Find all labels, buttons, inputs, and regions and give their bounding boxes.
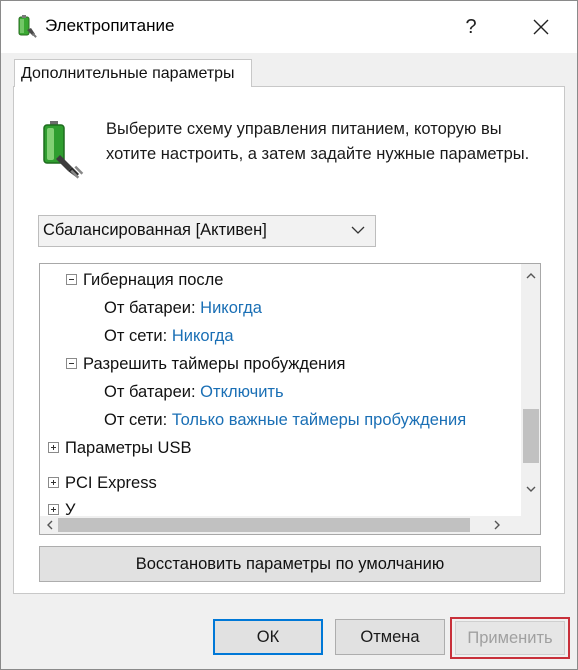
wake-battery-value[interactable]: Отключить bbox=[200, 383, 283, 401]
tree-item-label: Разрешить таймеры пробуждения bbox=[83, 355, 346, 373]
scroll-left-button[interactable] bbox=[40, 516, 58, 534]
horizontal-scroll-thumb[interactable] bbox=[58, 518, 470, 532]
power-plan-selected: Сбалансированная [Активен] bbox=[43, 221, 267, 239]
tree-item-label: Гибернация после bbox=[83, 271, 224, 289]
chevron-up-icon bbox=[526, 272, 536, 278]
chevron-down-icon bbox=[526, 486, 536, 492]
help-button[interactable]: ? bbox=[449, 7, 493, 47]
chevron-down-icon bbox=[351, 226, 365, 234]
hibernate-ac-value[interactable]: Никогда bbox=[172, 327, 234, 345]
close-icon bbox=[533, 19, 549, 35]
power-options-dialog: Электропитание ? Дополнительные параметр… bbox=[0, 0, 578, 670]
scroll-down-button[interactable] bbox=[522, 480, 540, 498]
expand-icon[interactable] bbox=[48, 477, 59, 489]
setting-label: От сети: bbox=[104, 411, 168, 429]
hibernate-battery-value[interactable]: Никогда bbox=[200, 299, 262, 317]
collapse-icon[interactable] bbox=[66, 274, 77, 286]
intro-description: Выберите схему управления питанием, кото… bbox=[106, 120, 530, 163]
chevron-left-icon bbox=[46, 520, 52, 530]
tree-item-hibernate-battery: От батареи: Никогда bbox=[104, 294, 262, 322]
title-bar: Электропитание ? bbox=[1, 1, 577, 53]
scroll-right-button[interactable] bbox=[488, 516, 506, 534]
tree-item-wake-timers[interactable]: Разрешить таймеры пробуждения bbox=[66, 350, 345, 378]
tree-item-hibernate[interactable]: Гибернация после bbox=[66, 266, 223, 294]
tree-item-wake-ac: От сети: Только важные таймеры пробужден… bbox=[104, 406, 466, 434]
scroll-up-button[interactable] bbox=[522, 266, 540, 284]
cancel-button[interactable]: Отмена bbox=[335, 619, 445, 655]
restore-defaults-button[interactable]: Восстановить параметры по умолчанию bbox=[39, 546, 541, 582]
expand-icon[interactable] bbox=[48, 504, 59, 516]
apply-button[interactable]: Применить bbox=[455, 621, 565, 655]
tree-item-hibernate-ac: От сети: Никогда bbox=[104, 322, 234, 350]
close-button[interactable] bbox=[519, 7, 563, 47]
power-plan-select[interactable]: Сбалансированная [Активен] bbox=[38, 215, 376, 247]
horizontal-scrollbar[interactable] bbox=[40, 516, 522, 534]
tree-item-label: PCI Express bbox=[65, 474, 157, 492]
chevron-right-icon bbox=[494, 520, 500, 530]
setting-label: От батареи: bbox=[104, 299, 196, 317]
tree-item-usb[interactable]: Параметры USB bbox=[48, 434, 191, 462]
power-options-icon bbox=[18, 15, 37, 38]
vertical-scroll-thumb[interactable] bbox=[523, 409, 539, 463]
ok-button[interactable]: ОК bbox=[213, 619, 323, 655]
wake-ac-value[interactable]: Только важные таймеры пробуждения bbox=[172, 411, 466, 429]
vertical-scrollbar[interactable] bbox=[521, 264, 540, 516]
tree-item-label: Параметры USB bbox=[65, 439, 192, 457]
collapse-icon[interactable] bbox=[66, 358, 77, 370]
scrollbar-corner bbox=[522, 516, 540, 534]
expand-icon[interactable] bbox=[48, 442, 59, 454]
tree-item-wake-battery: От батареи: Отключить bbox=[104, 378, 284, 406]
battery-plug-icon bbox=[43, 121, 84, 179]
window-title: Электропитание bbox=[45, 16, 175, 35]
settings-panel: Выберите схему управления питанием, кото… bbox=[13, 86, 565, 594]
tab-advanced-settings[interactable]: Дополнительные параметры bbox=[14, 59, 252, 87]
settings-tree[interactable]: Гибернация после От батареи: Никогда От … bbox=[39, 263, 541, 535]
tree-item-pci[interactable]: PCI Express bbox=[48, 469, 157, 497]
setting-label: От батареи: bbox=[104, 383, 196, 401]
setting-label: От сети: bbox=[104, 327, 168, 345]
